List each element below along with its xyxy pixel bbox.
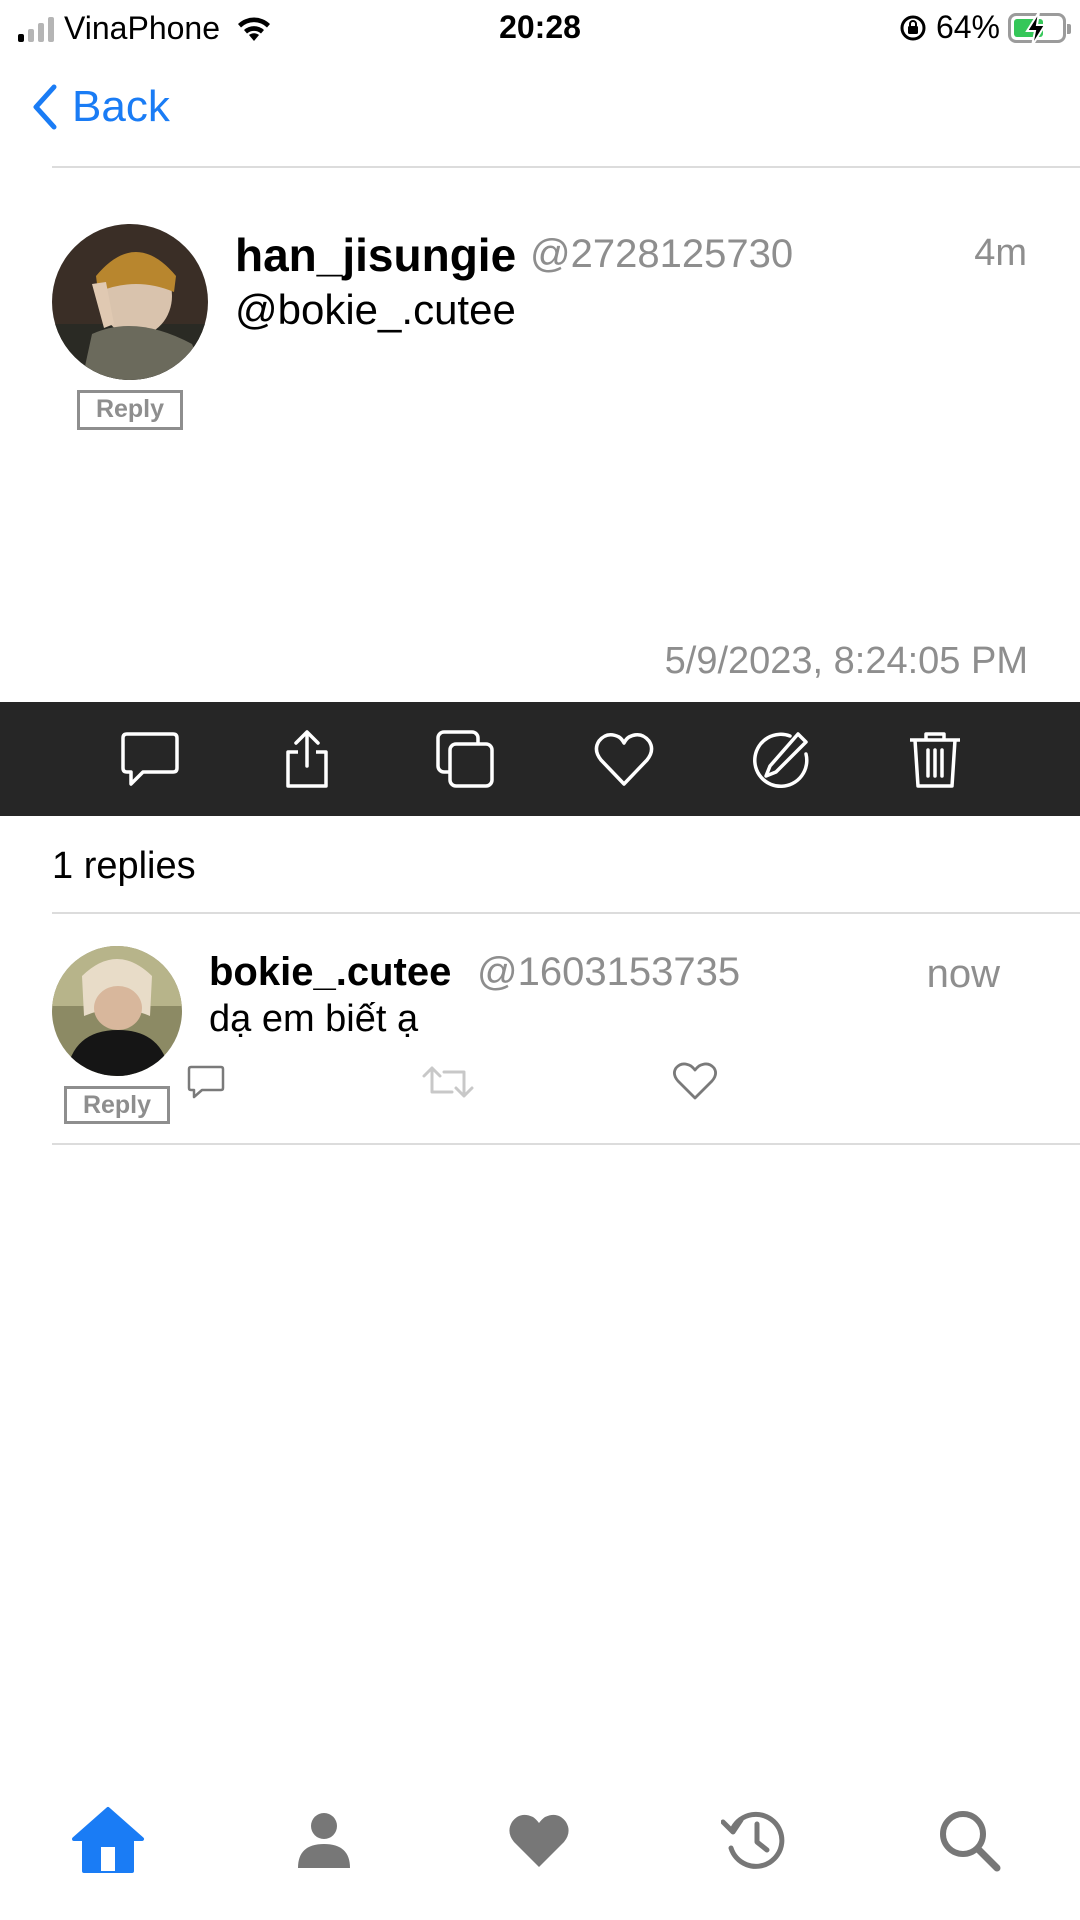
copy-icon[interactable] <box>434 728 496 790</box>
reply-comment-icon[interactable] <box>186 1064 226 1100</box>
tweet-username[interactable]: han_jisungie <box>235 228 516 282</box>
tweet-relative-time: 4m <box>974 232 1027 274</box>
home-icon <box>72 1807 144 1873</box>
reply-text[interactable]: dạ em biết ạ <box>209 998 418 1041</box>
back-button[interactable]: Back <box>30 82 170 132</box>
reply-username[interactable]: bokie_.cutee <box>209 950 451 995</box>
trash-icon[interactable] <box>904 728 966 790</box>
reply-retweet-icon[interactable] <box>420 1062 476 1102</box>
comment-icon[interactable] <box>119 728 181 790</box>
nav-divider <box>52 166 1080 168</box>
heart-icon <box>509 1814 569 1867</box>
tweet-action-bar <box>0 702 1080 816</box>
tab-likes[interactable] <box>499 1800 579 1880</box>
battery-percent: 64% <box>935 9 1000 45</box>
tab-home[interactable] <box>68 1800 148 1880</box>
tab-profile[interactable] <box>284 1800 364 1880</box>
back-label: Back <box>72 82 170 131</box>
tab-search[interactable] <box>929 1800 1009 1880</box>
tweet-handle: @2728125730 <box>530 232 794 276</box>
reply-button[interactable]: Reply <box>77 390 183 430</box>
reply-item-divider <box>52 1143 1080 1145</box>
replies-divider <box>52 912 1080 914</box>
avatar[interactable] <box>52 224 208 380</box>
reply-avatar[interactable] <box>52 946 182 1076</box>
reply-item-reply-button[interactable]: Reply <box>64 1086 170 1124</box>
orientation-lock-icon <box>900 15 926 40</box>
status-bar: VinaPhone 20:28 64% <box>0 0 1080 56</box>
reply-heart-icon[interactable] <box>672 1060 718 1102</box>
tweet-timestamp: 5/9/2023, 8:24:05 PM <box>664 640 1028 682</box>
history-icon <box>721 1811 785 1869</box>
heart-icon[interactable] <box>593 728 655 790</box>
charging-bolt-icon <box>1025 10 1047 47</box>
profile-icon <box>298 1813 350 1868</box>
status-right: 64% <box>898 9 1071 47</box>
battery-icon <box>1008 10 1071 47</box>
tweet-text[interactable]: @bokie_.cutee <box>235 286 516 334</box>
reply-handle: @1603153735 <box>477 950 741 994</box>
replies-count: 1 replies <box>52 845 196 887</box>
reply-relative-time: now <box>926 952 1000 996</box>
search-icon <box>940 1811 1001 1872</box>
tab-history[interactable] <box>714 1800 794 1880</box>
share-icon[interactable] <box>276 728 338 790</box>
edit-icon[interactable] <box>750 728 812 790</box>
chevron-left-icon <box>33 84 57 130</box>
